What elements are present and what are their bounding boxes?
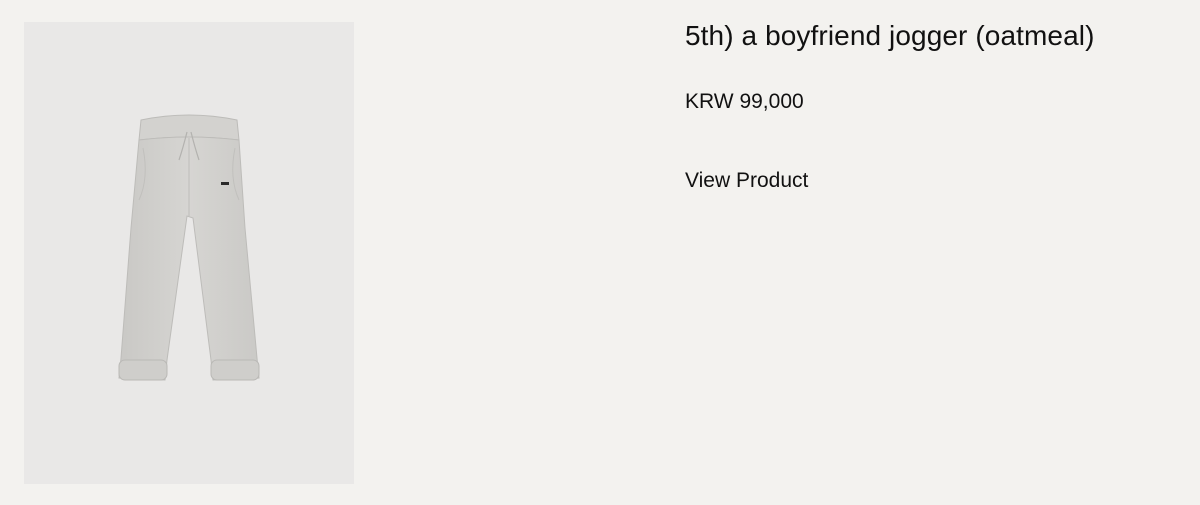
product-title: 5th) a boyfriend jogger (oatmeal) <box>685 20 1095 51</box>
product-info: 5th) a boyfriend jogger (oatmeal) KRW 99… <box>685 18 1185 195</box>
jogger-pants-image <box>118 114 260 381</box>
product-card: 5th) a boyfriend jogger (oatmeal) KRW 99… <box>0 0 1200 505</box>
product-price: KRW 99,000 <box>685 90 804 113</box>
view-product-link[interactable]: View Product <box>685 167 808 195</box>
product-image[interactable] <box>24 22 354 484</box>
